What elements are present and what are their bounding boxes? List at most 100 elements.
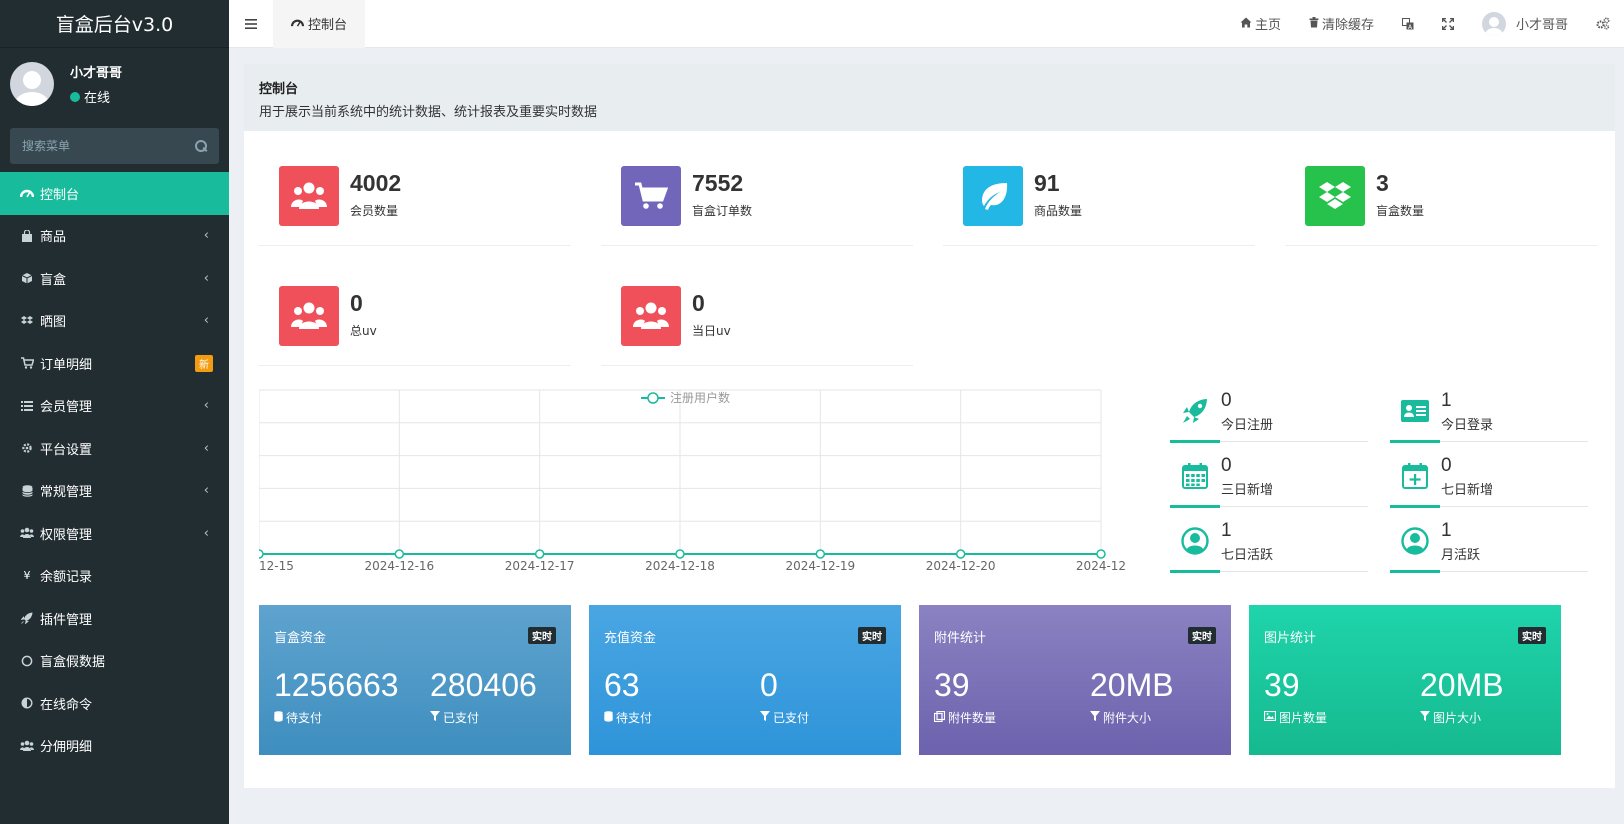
- user-circle-icon: [1400, 526, 1430, 556]
- main-content: 控制台 用于展示当前系统中的统计数据、统计报表及重要实时数据 4002 会员数量…: [244, 64, 1615, 788]
- header-right: 主页 清除缓存 A 小才哥哥: [1226, 0, 1624, 48]
- sidebar-item-commission[interactable]: 分佣明细: [0, 725, 229, 768]
- sidebar-item-label: 余额记录: [40, 570, 93, 586]
- online-dot-icon: [70, 91, 80, 102]
- sidebar-item-online-command[interactable]: 在线命令: [0, 682, 229, 725]
- language-icon[interactable]: A: [1388, 0, 1428, 48]
- sidebar-item-balance[interactable]: ¥ 余额记录: [0, 555, 229, 598]
- user-circle-icon: [1180, 526, 1210, 556]
- cart-icon: [20, 356, 34, 370]
- tab-dashboard[interactable]: 控制台: [273, 0, 366, 48]
- register-users-chart[interactable]: 12-15 2024-12-16 2024-12-17 2024-12-18 2024-…: [254, 388, 1141, 578]
- fullscreen-icon[interactable]: [1428, 0, 1468, 48]
- sidebar-item-members[interactable]: 会员管理 ‹: [0, 385, 229, 428]
- mini-stat-value: 0: [1441, 455, 1452, 476]
- page-header: 控制台 用于展示当前系统中的统计数据、统计报表及重要实时数据: [244, 64, 1615, 131]
- sidebar-item-plugins[interactable]: 插件管理: [0, 597, 229, 640]
- stat-value: 7552: [692, 170, 744, 196]
- top-header: 控制台 主页 清除缓存 A 小才哥哥: [229, 0, 1624, 48]
- id-card-icon: [1400, 396, 1430, 426]
- dashboard-icon: [290, 17, 305, 31]
- leaf-icon: [982, 183, 1008, 210]
- card-value-secondary: 20MB: [1090, 667, 1174, 703]
- rocket-icon: [20, 611, 34, 625]
- x-tick-label: 2024-12-19: [785, 559, 855, 573]
- mini-stat-label: 七日活跃: [1221, 548, 1274, 563]
- filter-icon: [1420, 711, 1430, 724]
- x-tick-label: 2024-12-20: [926, 559, 996, 573]
- card-label-primary: 待支付: [604, 709, 652, 726]
- database-icon: [604, 710, 613, 725]
- avatar: [1481, 11, 1506, 36]
- card-value-secondary: 20MB: [1420, 667, 1504, 703]
- group-icon: [20, 526, 34, 540]
- image-icon: [1263, 710, 1277, 724]
- sidebar-item-label: 商品: [40, 230, 67, 246]
- mini-stat-7day-active: 1 七日活跃: [1170, 518, 1368, 573]
- sidebar-item-fake-data[interactable]: 盲盒假数据: [0, 640, 229, 683]
- card-recharge-funds: 充值资金 实时 63 0 待支付 已支付: [589, 605, 901, 755]
- user-menu[interactable]: 小才哥哥: [1468, 0, 1582, 48]
- stat-order-count: 7552 盲盒订单数: [601, 162, 913, 246]
- menu-toggle-icon[interactable]: [229, 0, 273, 48]
- data-point: [675, 549, 685, 559]
- sidebar-item-goods[interactable]: 商品 ‹: [0, 215, 229, 258]
- chevron-left-icon: ‹: [203, 440, 209, 456]
- page-title: 控制台: [259, 82, 299, 97]
- data-point: [534, 549, 545, 559]
- sidebar-item-label: 控制台: [40, 187, 80, 203]
- stat-label: 盲盒订单数: [692, 204, 753, 218]
- mini-stat-today-register: 0 今日注册: [1170, 388, 1368, 443]
- card-title: 图片统计: [1264, 631, 1317, 646]
- home-label: 主页: [1254, 18, 1281, 33]
- chevron-left-icon: ‹: [203, 398, 209, 414]
- stat-value: 3: [1376, 170, 1389, 196]
- mini-stat-value: 1: [1441, 520, 1452, 541]
- yen-icon: ¥: [23, 569, 31, 583]
- dropbox-icon: [1319, 182, 1351, 209]
- stat-icon-box: [279, 286, 339, 346]
- sidebar-item-orders[interactable]: 订单明细 新: [0, 342, 229, 385]
- sidebar-item-label: 晒图: [40, 315, 67, 331]
- sidebar-item-platform-settings[interactable]: 平台设置 ‹: [0, 427, 229, 470]
- chevron-left-icon: ‹: [203, 313, 209, 329]
- card-label-primary: 附件数量: [933, 709, 996, 726]
- settings-icon[interactable]: [1582, 0, 1624, 48]
- app-logo[interactable]: 盲盒后台v3.0: [0, 0, 229, 48]
- stat-label: 会员数量: [350, 204, 399, 218]
- avatar: [10, 62, 54, 106]
- tab-label: 控制台: [308, 18, 348, 33]
- cart-icon: [635, 182, 668, 209]
- sidebar-item-blindbox[interactable]: 盲盒 ‹: [0, 257, 229, 300]
- trash-icon: [1309, 16, 1319, 31]
- mini-stat-label: 今日注册: [1221, 418, 1274, 433]
- sidebar-item-dashboard[interactable]: 控制台: [0, 172, 229, 215]
- card-label-secondary: 附件大小: [1090, 709, 1151, 726]
- sidebar-item-general[interactable]: 常规管理 ‹: [0, 470, 229, 513]
- card-label-primary: 待支付: [274, 709, 322, 726]
- bag-icon: [20, 229, 34, 243]
- sidebar-item-label: 权限管理: [40, 527, 93, 543]
- stat-icon-box: [963, 166, 1023, 226]
- sidebar-item-label: 常规管理: [40, 485, 93, 501]
- card-title: 盲盒资金: [274, 631, 327, 646]
- search-icon[interactable]: [195, 140, 207, 152]
- search-input[interactable]: [22, 139, 172, 153]
- sidebar-item-permissions[interactable]: 权限管理 ‹: [0, 512, 229, 555]
- home-link[interactable]: 主页: [1226, 0, 1295, 48]
- adjust-icon: [20, 696, 34, 710]
- x-tick-label: 12-15: [259, 559, 294, 573]
- clear-cache-button[interactable]: 清除缓存: [1295, 0, 1388, 48]
- mini-stat-value: 0: [1221, 455, 1232, 476]
- card-value-secondary: 0: [760, 667, 778, 703]
- data-point: [815, 549, 826, 559]
- realtime-badge: 实时: [858, 627, 886, 644]
- users-icon: [633, 302, 669, 329]
- mini-stat-value: 0: [1221, 390, 1232, 411]
- dropbox-icon: [20, 314, 34, 328]
- filter-icon: [430, 711, 440, 724]
- chevron-left-icon: ‹: [203, 228, 209, 244]
- stat-value: 91: [1034, 170, 1060, 196]
- mini-stat-monthly-active: 1 月活跃: [1390, 518, 1588, 573]
- sidebar-item-showcase[interactable]: 晒图 ‹: [0, 300, 229, 343]
